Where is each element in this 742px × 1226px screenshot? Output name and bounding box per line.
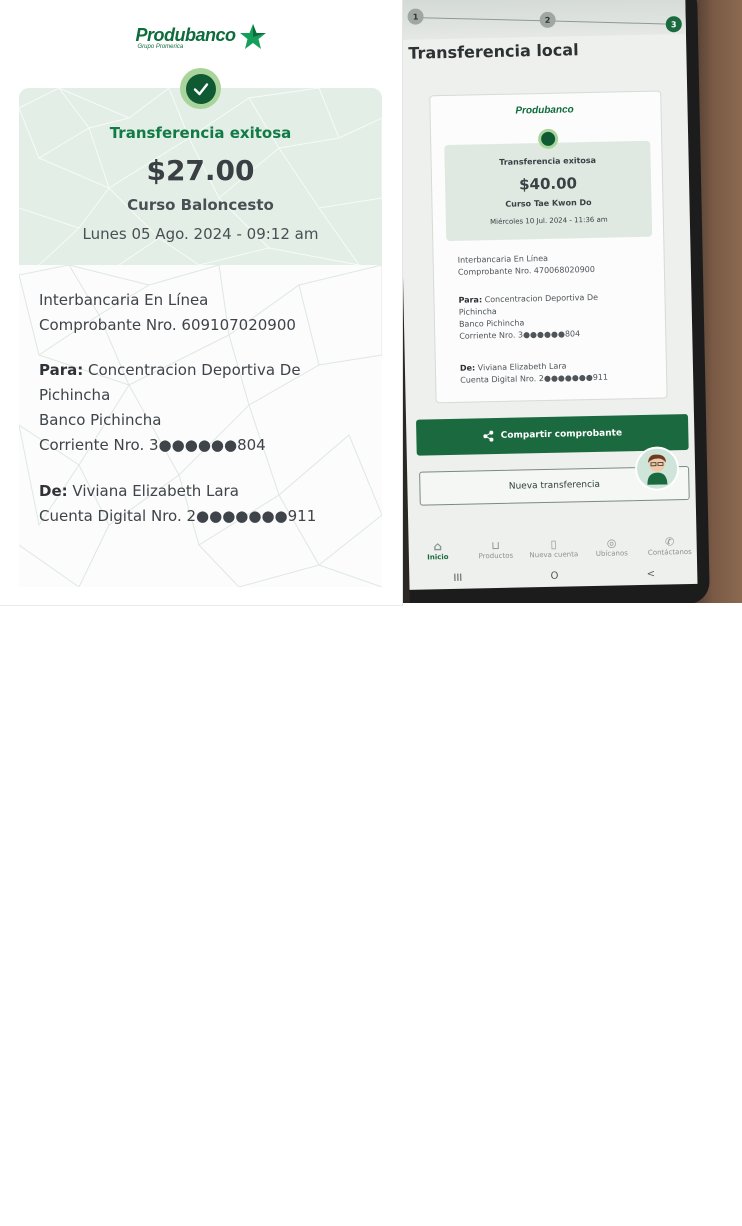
home-icon: ⌂ xyxy=(433,539,443,554)
status-text: Transferencia exitosa xyxy=(109,124,292,142)
transfer-info: Interbancaria En Línea Comprobante Nro. … xyxy=(39,288,359,338)
screen-recipient-info: Para: Concentracion Deportiva De Pichinc… xyxy=(458,291,659,343)
screen-title: Transferencia local xyxy=(408,40,579,63)
new-transfer-label: Nueva transferencia xyxy=(508,479,601,492)
home-button[interactable]: O xyxy=(550,570,558,581)
sender-label: De: xyxy=(39,482,68,500)
transfer-receipt: Produbanco Grupo Promerica Transferencia… xyxy=(0,0,403,606)
brand-subtitle: Grupo Promerica xyxy=(137,44,184,50)
recent-apps-button[interactable]: III xyxy=(453,572,462,583)
nav-inicio[interactable]: ⌂ Inicio xyxy=(412,539,464,562)
sender-info: De: Viviana Elizabeth Lara Cuenta Digita… xyxy=(39,479,359,529)
nav-nueva-cuenta[interactable]: ▯ Nueva cuenta xyxy=(528,537,580,560)
phone-icon: ▯ xyxy=(550,537,557,551)
nav-productos[interactable]: ⊔ Productos xyxy=(470,539,522,561)
phone-device: 1 2 3 Transferencia local Produbanco Tra… xyxy=(403,0,710,603)
nav-contactanos[interactable]: ✆ Contáctanos xyxy=(643,535,695,557)
sender-name: Viviana Elizabeth Lara xyxy=(72,482,239,500)
success-badge xyxy=(180,68,221,109)
phone-call-icon: ✆ xyxy=(664,535,675,549)
share-icon xyxy=(483,430,494,442)
star-logo-icon xyxy=(239,23,266,49)
android-system-bar: III O < xyxy=(409,562,697,590)
recipient-bank: Banco Pichincha xyxy=(39,411,162,429)
bottom-nav: ⌂ Inicio ⊔ Productos ▯ Nueva cuenta ◎ Ub… xyxy=(408,514,697,568)
screen-sender-info: De: Viviana Elizabeth Lara Cuenta Digita… xyxy=(460,359,660,387)
screen-from-name: Viviana Elizabeth Lara xyxy=(477,361,567,373)
date-text: Lunes 05 Ago. 2024 - 09:12 am xyxy=(82,225,319,243)
brand-logo: Produbanco Grupo Promerica xyxy=(0,23,402,51)
recipient-account: Corriente Nro. 3●●●●●●804 xyxy=(39,436,266,454)
recipient-info: Para: Concentracion Deportiva De Pichinc… xyxy=(39,358,359,458)
sender-account: Cuenta Digital Nro. 2●●●●●●●911 xyxy=(39,507,317,525)
phone-screen: 1 2 3 Transferencia local Produbanco Tra… xyxy=(403,0,698,590)
screen-from-label: De: xyxy=(459,363,476,373)
nav-ubicanos[interactable]: ◎ Ubícanos xyxy=(586,536,638,558)
share-button-label: Compartir comprobante xyxy=(500,428,623,441)
phone-photo: 1 2 3 Transferencia local Produbanco Tra… xyxy=(403,0,742,603)
recipient-name-line2: Pichincha xyxy=(39,386,111,404)
recipient-name-line1: Concentracion Deportiva De xyxy=(88,361,301,379)
brand-name: Produbanco xyxy=(135,25,236,45)
screen-transfer-info: Interbancaria En Línea Comprobante Nro. … xyxy=(458,251,658,279)
back-button[interactable]: < xyxy=(647,568,656,579)
step-indicator: 1 2 3 xyxy=(403,0,686,40)
concept-text: Curso Baloncesto xyxy=(127,196,274,214)
cart-icon: ⊔ xyxy=(491,538,501,553)
screen-to-label: Para: xyxy=(458,295,483,305)
checkmark-icon xyxy=(193,82,208,95)
screenshot: Produbanco Grupo Promerica Transferencia… xyxy=(0,0,742,1226)
voucher-number: Comprobante Nro. 609107020900 xyxy=(39,316,296,334)
screen-to-name: Concentracion Deportiva De xyxy=(484,292,599,305)
location-pin-icon: ◎ xyxy=(606,536,617,550)
transfer-type: Interbancaria En Línea xyxy=(39,291,209,309)
amount-text: $27.00 xyxy=(146,154,255,187)
recipient-label: Para: xyxy=(39,361,84,379)
